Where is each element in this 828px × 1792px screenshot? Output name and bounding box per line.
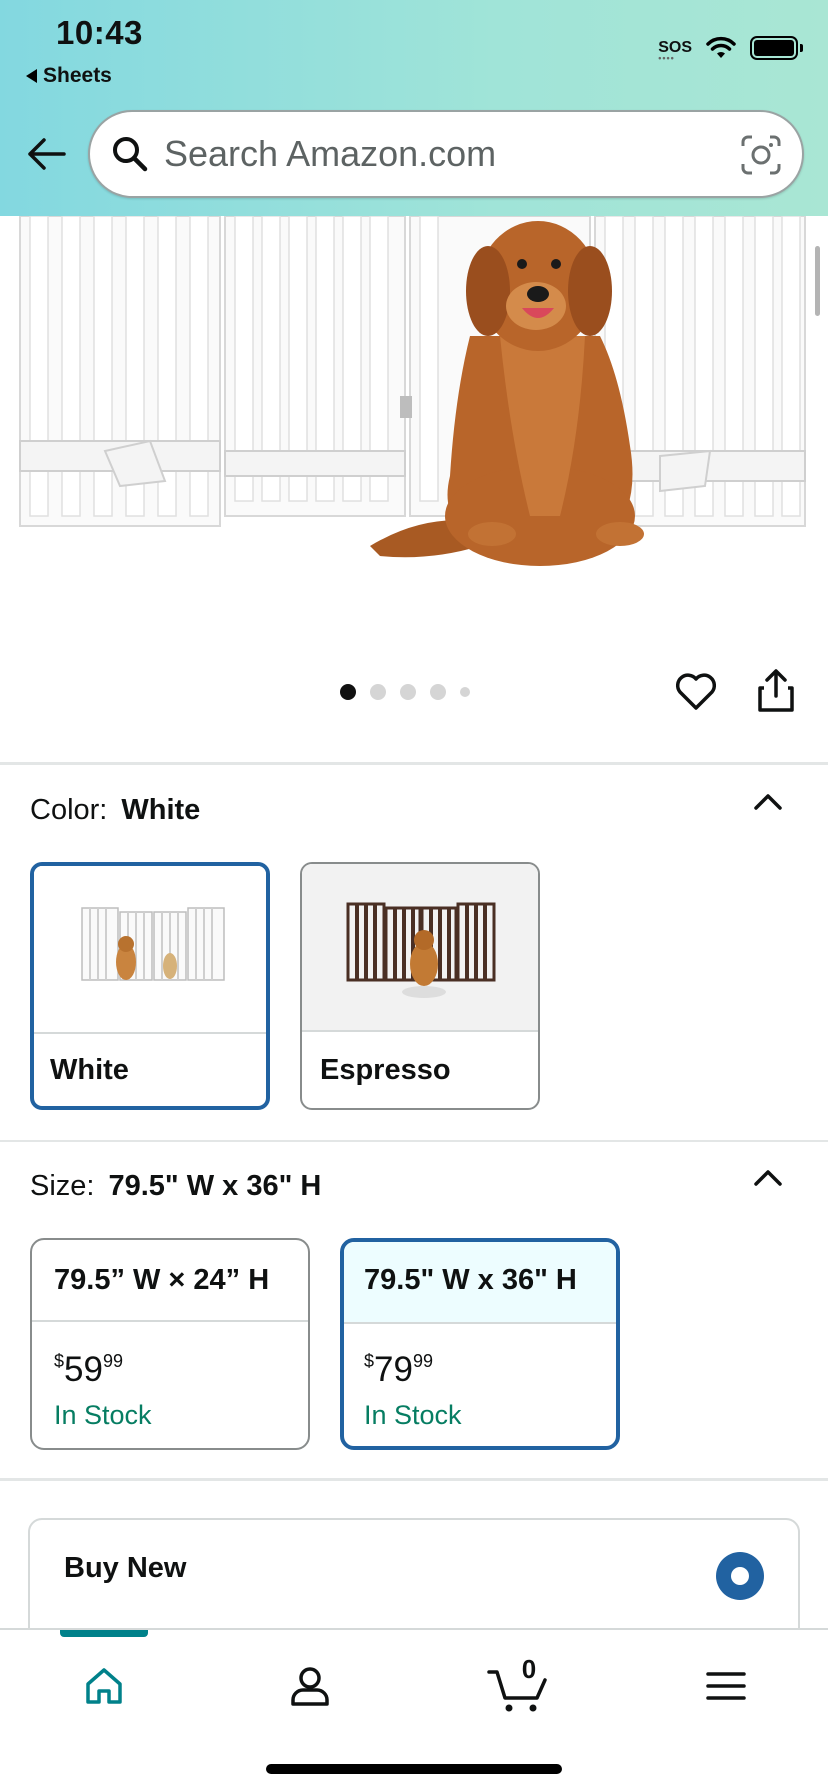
chevron-up-icon[interactable] (752, 1166, 784, 1190)
section-divider (0, 1140, 828, 1142)
white-gate-thumbnail (34, 866, 266, 1034)
page-dot[interactable] (340, 684, 356, 700)
espresso-gate-thumbnail (302, 864, 538, 1032)
battery-icon (750, 36, 803, 60)
page-dot[interactable] (370, 684, 386, 700)
size-option-24h[interactable]: 79.5” W × 24” H $5999 In Stock (30, 1238, 310, 1450)
page-dot[interactable] (430, 684, 446, 700)
size-option-price: $7999 (364, 1350, 433, 1390)
share-icon[interactable] (756, 668, 796, 714)
price-symbol: $ (364, 1351, 375, 1371)
color-option-name: White (50, 1054, 129, 1086)
active-tab-indicator (60, 1630, 148, 1637)
hamburger-menu-icon (706, 1672, 746, 1700)
tab-account[interactable] (270, 1654, 350, 1718)
size-label: Size: (30, 1170, 95, 1202)
search-input[interactable] (164, 126, 704, 182)
back-arrow-icon[interactable] (24, 132, 68, 176)
status-icons: SOS (658, 36, 803, 63)
person-icon (291, 1667, 329, 1706)
product-image[interactable] (0, 216, 828, 656)
color-row-label: Color: White (30, 794, 200, 827)
color-option-name: Espresso (320, 1054, 451, 1086)
color-selected-value: White (121, 794, 201, 826)
price-whole: 59 (64, 1350, 103, 1389)
price-whole: 79 (374, 1350, 413, 1389)
wifi-icon (706, 36, 736, 58)
back-triangle-icon (26, 69, 37, 83)
page-dot[interactable] (400, 684, 416, 700)
tab-menu[interactable] (686, 1654, 766, 1718)
stock-status: In Stock (54, 1400, 152, 1430)
tab-cart[interactable]: 0 (478, 1654, 558, 1718)
size-row-label: Size: 79.5" W x 36" H (30, 1170, 321, 1203)
buy-new-radio[interactable] (716, 1552, 764, 1600)
search-icon (113, 137, 148, 172)
buy-new-title: Buy New (64, 1552, 187, 1584)
camera-scan-icon[interactable] (740, 134, 782, 176)
price-fraction: 99 (102, 1351, 123, 1371)
size-selected-value: 79.5" W x 36" H (108, 1170, 322, 1202)
size-option-name: 79.5" W x 36" H (344, 1242, 616, 1324)
image-pagination-dots[interactable] (340, 684, 470, 700)
size-option-36h[interactable]: 79.5" W x 36" H $7999 In Stock (340, 1238, 620, 1450)
color-option-white[interactable]: White (30, 862, 270, 1110)
chevron-up-icon[interactable] (752, 790, 784, 814)
status-time: 10:43 (56, 14, 143, 51)
stock-status: In Stock (364, 1400, 462, 1430)
section-divider (0, 762, 828, 765)
back-to-app-link[interactable]: Sheets (26, 64, 112, 88)
app-header: 10:43 Sheets SOS (0, 0, 828, 216)
price-symbol: $ (54, 1351, 65, 1371)
section-divider (0, 1478, 828, 1481)
search-bar[interactable] (88, 110, 804, 198)
back-app-label: Sheets (43, 64, 112, 87)
home-indicator (266, 1764, 562, 1774)
tab-home[interactable] (64, 1654, 144, 1718)
sos-indicator: SOS (658, 39, 692, 63)
home-icon (86, 1668, 122, 1704)
price-fraction: 99 (412, 1351, 433, 1371)
page-dot[interactable] (460, 687, 470, 697)
cart-count: 0 (521, 1654, 537, 1684)
heart-icon[interactable] (674, 670, 718, 714)
scroll-indicator (815, 246, 820, 316)
size-option-name: 79.5” W × 24” H (32, 1240, 308, 1322)
color-option-espresso[interactable]: Espresso (300, 862, 540, 1110)
size-option-price: $5999 (54, 1350, 123, 1390)
color-label: Color: (30, 794, 108, 826)
pet-gate-with-dog-image (0, 216, 828, 656)
